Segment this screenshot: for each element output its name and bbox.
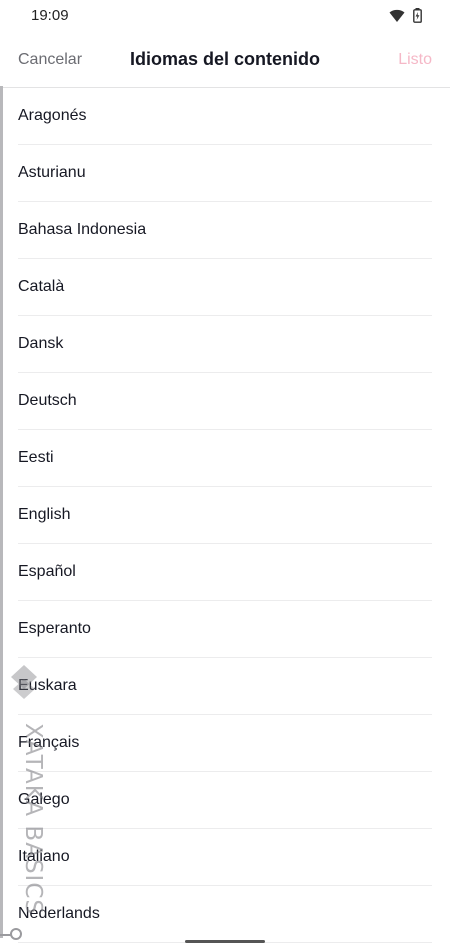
language-item[interactable]: Dansk <box>18 316 432 373</box>
language-item[interactable]: Español <box>18 544 432 601</box>
language-item[interactable]: Esperanto <box>18 601 432 658</box>
page-title: Idiomas del contenido <box>129 49 321 69</box>
language-item[interactable]: Deutsch <box>18 373 432 430</box>
language-label: Dansk <box>18 335 64 352</box>
language-label: Aragonés <box>18 107 87 124</box>
status-bar: 19:09 <box>0 0 450 32</box>
language-label: Español <box>18 563 76 580</box>
language-item[interactable]: Asturianu <box>18 145 432 202</box>
language-item[interactable]: Nederlands <box>18 886 432 943</box>
language-item[interactable]: English <box>18 487 432 544</box>
decorative-edge-line <box>0 86 3 938</box>
done-button[interactable]: Listo <box>398 51 432 69</box>
language-item[interactable]: Bahasa Indonesia <box>18 202 432 259</box>
language-item[interactable]: Italiano <box>18 829 432 886</box>
watermark-logo-icon <box>11 665 37 699</box>
language-item[interactable]: Eesti <box>18 430 432 487</box>
language-item[interactable]: Galego <box>18 772 432 829</box>
top-nav-bar: Cancelar Idiomas del contenido Listo <box>0 32 450 88</box>
status-icons <box>389 8 422 23</box>
language-item[interactable]: Aragonés <box>18 88 432 145</box>
decorative-edge-dot <box>10 928 22 940</box>
language-item[interactable]: Euskara <box>18 658 432 715</box>
language-label: Bahasa Indonesia <box>18 221 147 238</box>
language-label: English <box>18 506 71 523</box>
status-time: 19:09 <box>31 7 69 24</box>
language-label: Eesti <box>18 449 54 466</box>
language-item[interactable]: Català <box>18 259 432 316</box>
language-label: Català <box>18 278 65 295</box>
language-list: Aragonés Asturianu Bahasa Indonesia Cata… <box>0 88 450 943</box>
language-item[interactable]: Français <box>18 715 432 772</box>
language-label: Esperanto <box>18 620 91 637</box>
language-label: Deutsch <box>18 392 77 409</box>
battery-icon <box>413 8 422 23</box>
language-label: Asturianu <box>18 164 86 181</box>
watermark-text: XATAKA BASICS <box>20 723 46 915</box>
watermark: XATAKA BASICS <box>8 665 46 925</box>
home-indicator[interactable] <box>185 940 265 943</box>
wifi-icon <box>389 9 405 22</box>
